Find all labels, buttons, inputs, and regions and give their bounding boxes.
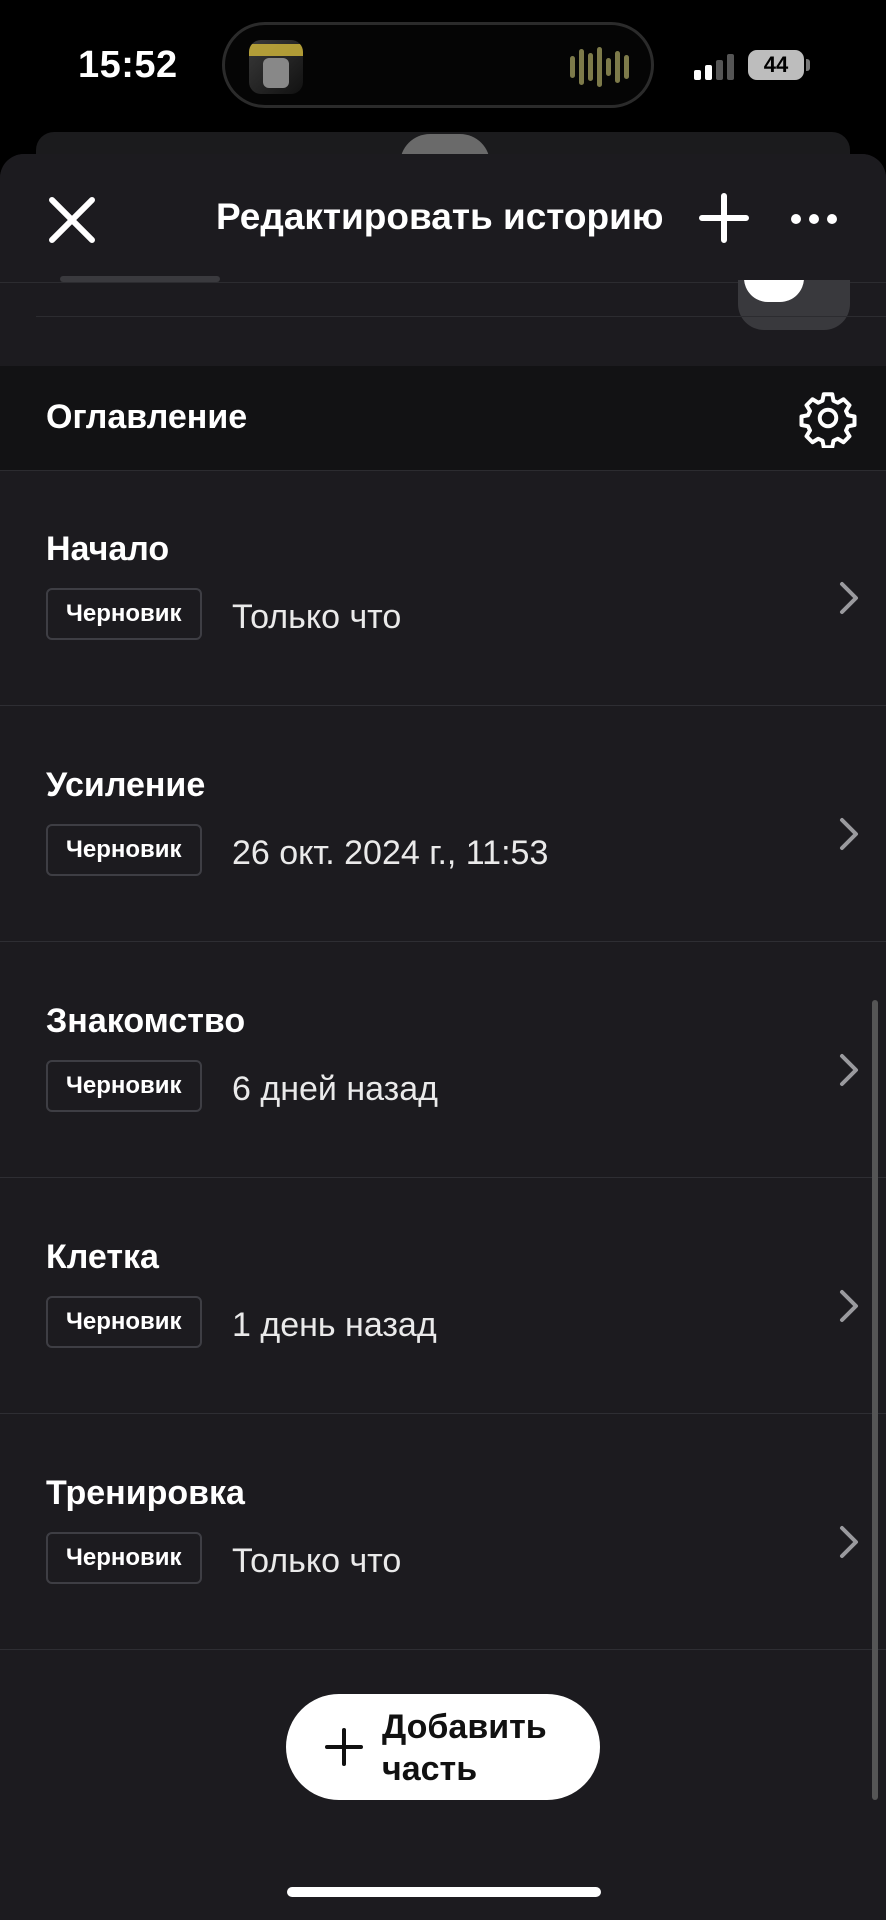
part-updated: 1 день назад [232,1306,437,1344]
part-updated: 26 окт. 2024 г., 11:53 [232,834,549,872]
list-item[interactable]: Тренировка Черновик Только что [0,1414,886,1650]
now-playing-artwork [249,40,303,94]
plus-icon [699,193,749,243]
close-button[interactable] [44,192,100,248]
dynamic-island[interactable] [222,22,654,108]
toc-title: Оглавление [46,398,248,436]
part-title: Знакомство [46,1002,246,1040]
parts-list: Начало Черновик Только что Усиление Черн… [0,470,886,1650]
status-bar: 15:52 44 [0,0,886,130]
gear-icon [799,392,857,450]
hidden-setting-label [60,268,280,288]
list-item[interactable]: Усиление Черновик 26 окт. 2024 г., 11:53 [0,706,886,942]
home-indicator[interactable] [287,1887,601,1897]
edit-story-sheet: Редактировать историю Оглавление Начало … [0,154,886,1920]
list-item[interactable]: Клетка Черновик 1 день назад [0,1178,886,1414]
toc-settings-button[interactable] [798,388,858,450]
scrollbar[interactable] [872,1000,878,1800]
list-item[interactable]: Начало Черновик Только что [0,470,886,706]
audio-waveform-icon [570,47,629,87]
battery-tip [806,59,810,71]
add-part-button[interactable]: Добавить часть [286,1694,600,1800]
chevron-right-icon [840,582,858,614]
chevron-right-icon [840,1526,858,1558]
part-title: Клетка [46,1238,159,1276]
part-updated: 6 дней назад [232,1070,438,1108]
chevron-right-icon [840,1054,858,1086]
close-icon [49,197,95,243]
add-part-label: Добавить часть [382,1708,547,1788]
part-updated: Только что [232,598,402,636]
navigation-bar: Редактировать историю [0,154,886,283]
divider [36,316,886,317]
part-title: Начало [46,530,170,568]
status-time: 15:52 [78,44,178,86]
status-badge: Черновик [46,1296,202,1348]
page-title: Редактировать историю [216,196,664,237]
part-updated: Только что [232,1542,402,1580]
toggle-knob [744,280,804,302]
part-title: Усиление [46,766,206,804]
status-badge: Черновик [46,1532,202,1584]
signal-bars-icon [694,54,734,80]
list-item[interactable]: Знакомство Черновик 6 дней назад [0,942,886,1178]
setting-toggle[interactable] [738,280,850,330]
more-button[interactable] [790,204,838,234]
chevron-right-icon [840,818,858,850]
battery-icon: 44 [748,50,804,80]
more-icon [791,214,837,224]
chevron-right-icon [840,1290,858,1322]
part-title: Тренировка [46,1474,245,1512]
add-button[interactable] [698,192,750,244]
status-badge: Черновик [46,588,202,640]
table-of-contents-header: Оглавление [0,366,886,471]
plus-icon [325,1728,363,1766]
status-badge: Черновик [46,824,202,876]
status-badge: Черновик [46,1060,202,1112]
